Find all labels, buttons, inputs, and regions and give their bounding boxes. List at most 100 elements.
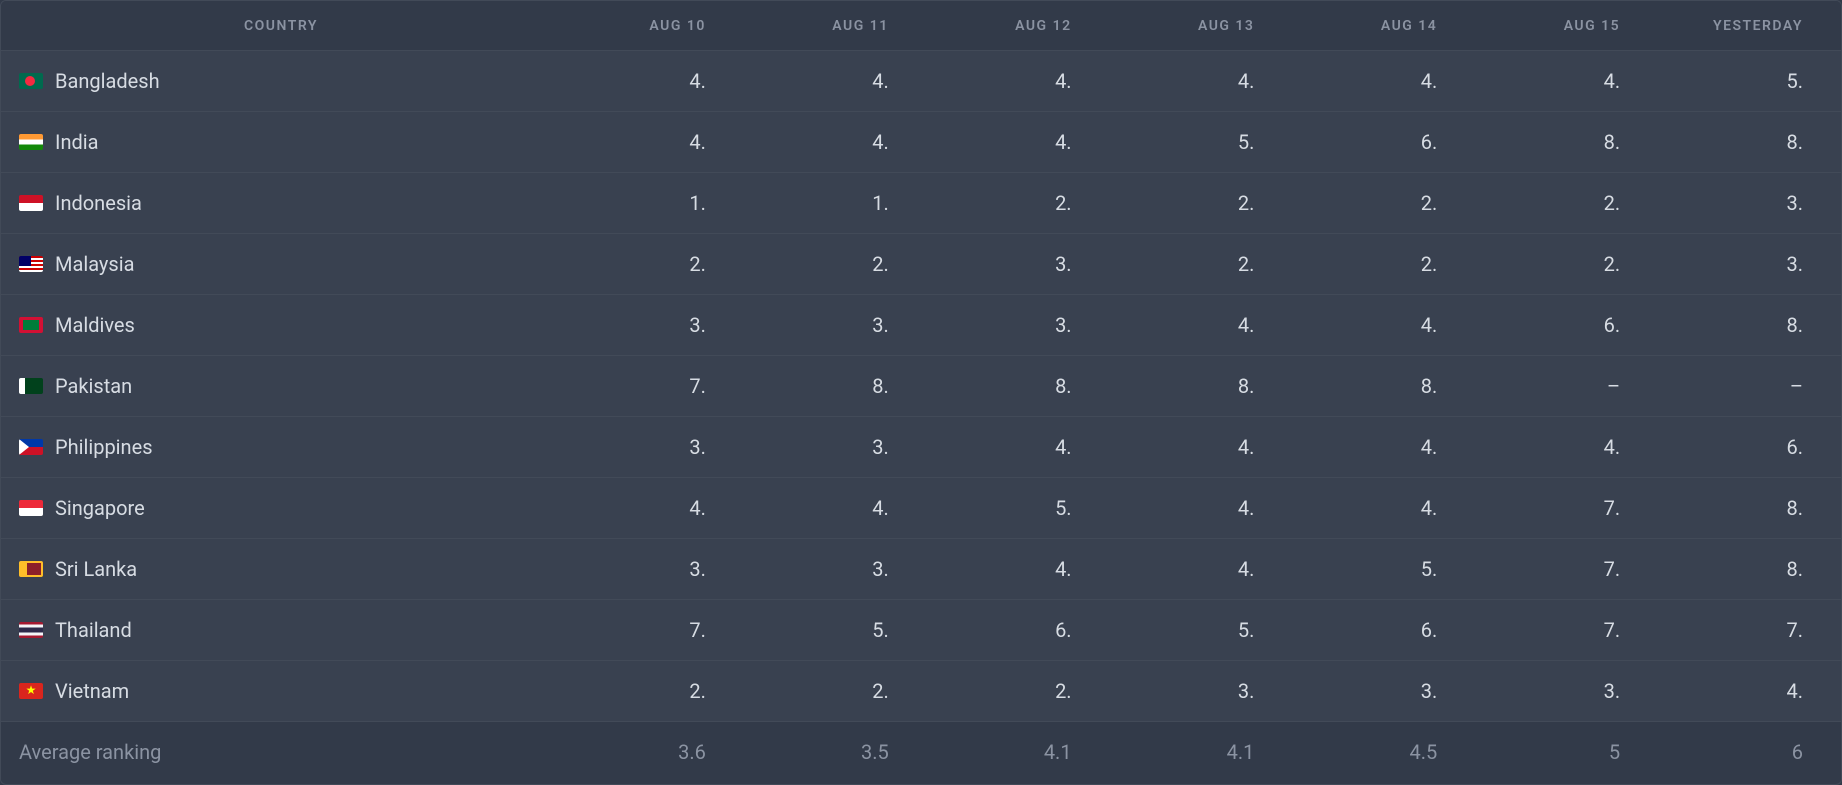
rank-value: 8. — [927, 374, 1110, 398]
country-cell[interactable]: Bangladesh — [1, 69, 561, 93]
table-row[interactable]: Philippines3.3.4.4.4.4.6. — [1, 417, 1841, 478]
column-header-date[interactable]: AUG 12 — [927, 18, 1110, 34]
rank-value: 3. — [927, 313, 1110, 337]
rank-value: 4. — [927, 69, 1110, 93]
rank-value: 4. — [1292, 313, 1475, 337]
rank-value: 8. — [744, 374, 927, 398]
table-row[interactable]: Pakistan7.8.8.8.8.–– — [1, 356, 1841, 417]
country-cell[interactable]: Pakistan — [1, 374, 561, 398]
table-footer-row: Average ranking 3.6 3.5 4.1 4.1 4.5 5 6 — [1, 722, 1841, 782]
rank-value: – — [1475, 374, 1658, 398]
rank-value: 3. — [1658, 191, 1841, 215]
column-header-date[interactable]: AUG 10 — [561, 18, 744, 34]
rank-value: 2. — [927, 679, 1110, 703]
country-cell[interactable]: India — [1, 130, 561, 154]
maldives-flag-icon — [19, 317, 43, 333]
rank-value: 4. — [561, 130, 744, 154]
srilanka-flag-icon — [19, 561, 43, 577]
singapore-flag-icon — [19, 500, 43, 516]
rank-value: 2. — [1475, 252, 1658, 276]
thailand-flag-icon — [19, 622, 43, 638]
rank-value: 2. — [1110, 191, 1293, 215]
rank-value: 5. — [1110, 130, 1293, 154]
column-header-date[interactable]: YESTERDAY — [1658, 18, 1841, 34]
table-row[interactable]: Sri Lanka3.3.4.4.5.7.8. — [1, 539, 1841, 600]
rank-value: 3. — [744, 557, 927, 581]
average-value: 5 — [1475, 740, 1658, 764]
rank-value: 4. — [1110, 313, 1293, 337]
country-cell[interactable]: Malaysia — [1, 252, 561, 276]
country-name: India — [55, 130, 99, 154]
rank-value: 6. — [1658, 435, 1841, 459]
rank-value: 6. — [1475, 313, 1658, 337]
table-row[interactable]: Bangladesh4.4.4.4.4.4.5. — [1, 51, 1841, 112]
table-row[interactable]: Singapore4.4.5.4.4.7.8. — [1, 478, 1841, 539]
average-value: 3.5 — [744, 740, 927, 764]
rank-value: 3. — [744, 313, 927, 337]
rank-value: 4. — [1110, 557, 1293, 581]
rank-value: 7. — [561, 618, 744, 642]
country-name: Indonesia — [55, 191, 142, 215]
rank-value: 2. — [1110, 252, 1293, 276]
table-row[interactable]: Vietnam2.2.2.3.3.3.4. — [1, 661, 1841, 722]
table-row[interactable]: Maldives3.3.3.4.4.6.8. — [1, 295, 1841, 356]
vietnam-flag-icon — [19, 683, 43, 699]
country-name: Philippines — [55, 435, 153, 459]
rank-value: 7. — [1658, 618, 1841, 642]
table-header-row: COUNTRY AUG 10 AUG 11 AUG 12 AUG 13 AUG … — [1, 1, 1841, 51]
country-cell[interactable]: Singapore — [1, 496, 561, 520]
country-name: Bangladesh — [55, 69, 160, 93]
country-cell[interactable]: Maldives — [1, 313, 561, 337]
table-row[interactable]: Thailand7.5.6.5.6.7.7. — [1, 600, 1841, 661]
column-header-date[interactable]: AUG 15 — [1475, 18, 1658, 34]
rank-value: 5. — [927, 496, 1110, 520]
average-value: 6 — [1658, 740, 1841, 764]
column-header-country[interactable]: COUNTRY — [1, 18, 561, 34]
rank-value: 4. — [1110, 69, 1293, 93]
country-name: Malaysia — [55, 252, 134, 276]
column-header-date[interactable]: AUG 14 — [1292, 18, 1475, 34]
country-cell[interactable]: Thailand — [1, 618, 561, 642]
country-name: Vietnam — [55, 679, 129, 703]
table-row[interactable]: Indonesia1.1.2.2.2.2.3. — [1, 173, 1841, 234]
rank-value: 2. — [744, 679, 927, 703]
rank-value: 6. — [927, 618, 1110, 642]
malaysia-flag-icon — [19, 256, 43, 272]
bangladesh-flag-icon — [19, 73, 43, 89]
rank-value: 8. — [1292, 374, 1475, 398]
rank-value: 2. — [561, 252, 744, 276]
rank-value: 4. — [1292, 496, 1475, 520]
philippines-flag-icon — [19, 439, 43, 455]
country-name: Sri Lanka — [55, 557, 137, 581]
average-value: 4.1 — [927, 740, 1110, 764]
rank-value: 5. — [1658, 69, 1841, 93]
rank-value: 4. — [744, 69, 927, 93]
rank-value: 4. — [927, 557, 1110, 581]
rank-value: 3. — [1110, 679, 1293, 703]
country-cell[interactable]: Sri Lanka — [1, 557, 561, 581]
rank-value: 4. — [1475, 69, 1658, 93]
rank-value: 3. — [561, 557, 744, 581]
country-cell[interactable]: Philippines — [1, 435, 561, 459]
country-name: Maldives — [55, 313, 135, 337]
table-row[interactable]: India4.4.4.5.6.8.8. — [1, 112, 1841, 173]
country-name: Pakistan — [55, 374, 132, 398]
rank-value: 6. — [1292, 130, 1475, 154]
table-row[interactable]: Malaysia2.2.3.2.2.2.3. — [1, 234, 1841, 295]
rank-value: 2. — [927, 191, 1110, 215]
average-value: 4.5 — [1292, 740, 1475, 764]
rank-value: 1. — [561, 191, 744, 215]
rank-value: 7. — [1475, 557, 1658, 581]
rank-value: 3. — [1292, 679, 1475, 703]
country-cell[interactable]: Indonesia — [1, 191, 561, 215]
rank-value: 3. — [561, 435, 744, 459]
rank-value: 4. — [927, 435, 1110, 459]
rank-value: – — [1658, 374, 1841, 398]
rank-value: 8. — [1658, 496, 1841, 520]
india-flag-icon — [19, 134, 43, 150]
country-cell[interactable]: Vietnam — [1, 679, 561, 703]
column-header-date[interactable]: AUG 11 — [744, 18, 927, 34]
rank-value: 3. — [744, 435, 927, 459]
rank-value: 7. — [1475, 618, 1658, 642]
column-header-date[interactable]: AUG 13 — [1110, 18, 1293, 34]
